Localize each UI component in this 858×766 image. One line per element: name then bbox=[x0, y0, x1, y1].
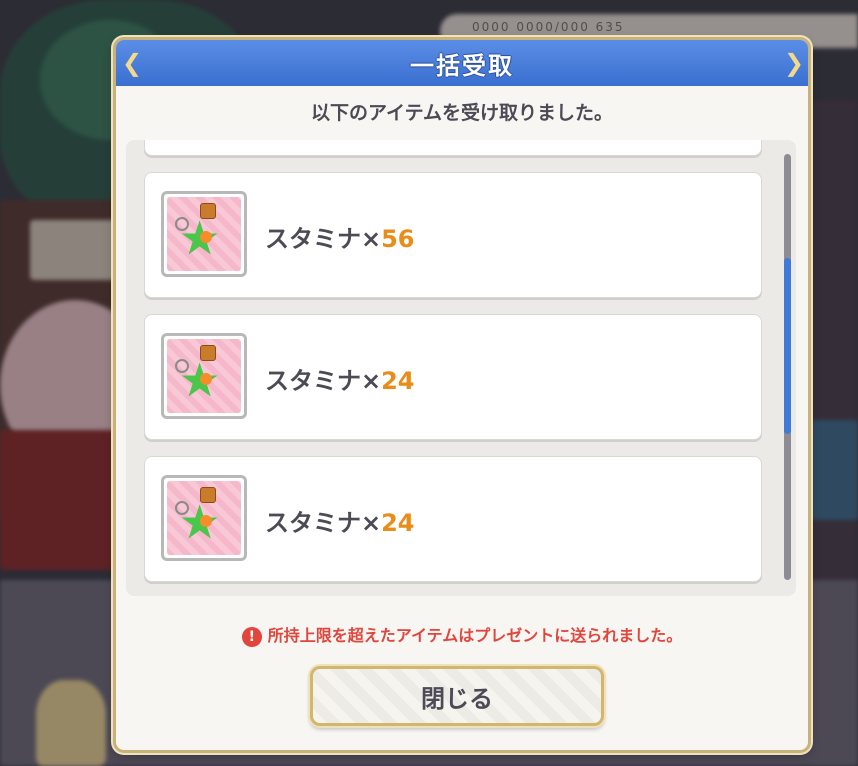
item-icon-frame: ★ bbox=[161, 475, 247, 561]
item-multiplier: × bbox=[361, 367, 382, 395]
ornament-right-icon: ❯ bbox=[784, 49, 805, 77]
received-message: 以下のアイテムを受け取りました。 bbox=[310, 102, 614, 124]
scrollbar-thumb[interactable] bbox=[784, 258, 791, 434]
list-item: ★ スタミナ×56 bbox=[144, 172, 762, 298]
dialog-title-bar: ❮ 一括受取 ❯ bbox=[116, 40, 808, 86]
item-quantity: 56 bbox=[381, 225, 415, 253]
overflow-notice: ! 所持上限を超えたアイテムはプレゼントに送られました。 bbox=[116, 622, 808, 647]
stamina-potion-icon: ★ bbox=[167, 197, 241, 271]
item-label: スタミナ×24 bbox=[265, 503, 415, 538]
item-quantity: 24 bbox=[381, 367, 415, 395]
item-name: スタミナ bbox=[265, 509, 361, 537]
item-list[interactable]: ★ スタミナ×56 ★ スタミナ×24 ★ スタミナ×24 bbox=[126, 140, 796, 596]
stamina-potion-icon: ★ bbox=[167, 339, 241, 413]
item-label: スタミナ×24 bbox=[265, 361, 415, 396]
list-item bbox=[144, 140, 762, 156]
item-icon-frame: ★ bbox=[161, 333, 247, 419]
overflow-notice-text: 所持上限を超えたアイテムはプレゼントに送られました。 bbox=[267, 626, 683, 645]
item-name: スタミナ bbox=[265, 367, 361, 395]
list-item: ★ スタミナ×24 bbox=[144, 314, 762, 440]
item-name: スタミナ bbox=[265, 225, 361, 253]
item-multiplier: × bbox=[361, 509, 382, 537]
list-item: ★ スタミナ×24 bbox=[144, 456, 762, 582]
item-multiplier: × bbox=[361, 225, 382, 253]
stamina-potion-icon: ★ bbox=[167, 481, 241, 555]
list-scrollbar[interactable] bbox=[784, 154, 791, 580]
item-icon-frame: ★ bbox=[161, 191, 247, 277]
ornament-left-icon: ❮ bbox=[122, 49, 143, 77]
close-button[interactable]: 閉じる bbox=[310, 666, 604, 726]
item-label: スタミナ×56 bbox=[265, 219, 415, 254]
bulk-receive-dialog: ❮ 一括受取 ❯ 以下のアイテムを受け取りました。 ★ スタミナ×56 ★ スタ… bbox=[116, 40, 808, 750]
item-quantity: 24 bbox=[381, 509, 415, 537]
dialog-title: 一括受取 bbox=[410, 51, 514, 80]
warning-icon: ! bbox=[241, 626, 262, 647]
